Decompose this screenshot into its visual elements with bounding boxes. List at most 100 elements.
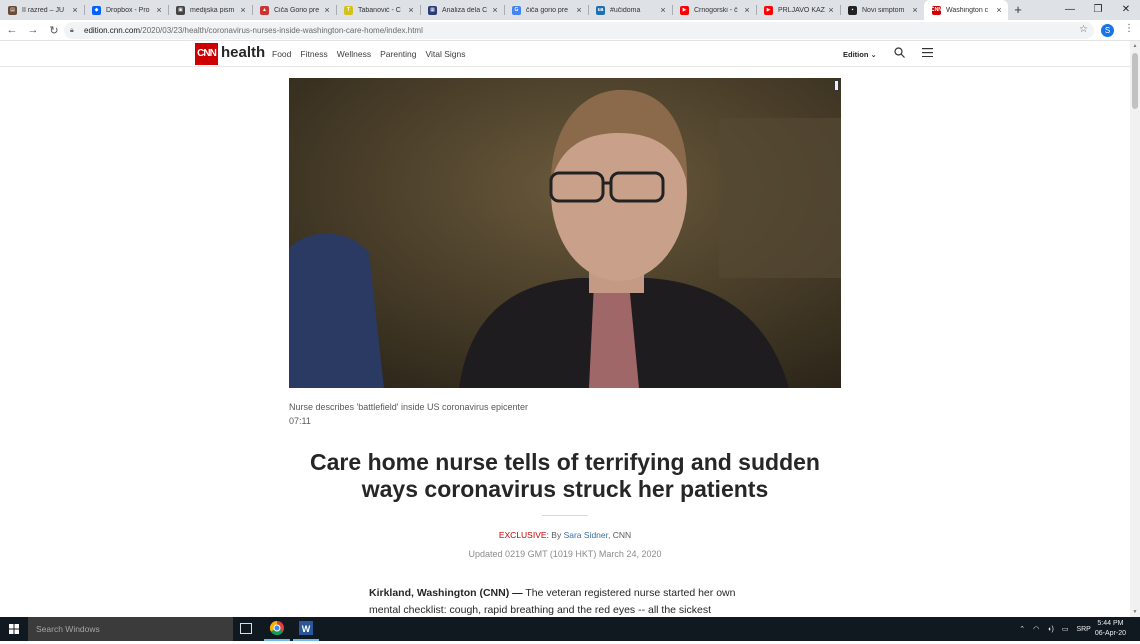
browser-menu-icon[interactable]: ⋮ (1124, 23, 1134, 34)
tab-title: II razred – JU (22, 6, 65, 14)
forward-icon[interactable]: → (24, 24, 42, 36)
scroll-thumb[interactable] (1132, 53, 1138, 109)
url-field[interactable]: 🔒︎ edition.cnn.com/2020/03/23/health/cor… (64, 22, 1094, 39)
tab-title: medijska pism (190, 6, 235, 14)
search-icon[interactable] (894, 47, 905, 58)
tab-close-icon[interactable]: × (742, 5, 752, 15)
tab-title: #učidoma (610, 6, 641, 14)
svg-text:W: W (302, 624, 311, 634)
language-indicator[interactable]: SRP (1076, 626, 1090, 633)
minimize-icon[interactable]: — (1056, 0, 1084, 20)
tab-title: Dropbox - Pro (106, 6, 150, 14)
tab-title: Čiča Gorio pre (274, 6, 320, 14)
dateline: Kirkland, Washington (CNN) — (369, 587, 523, 599)
word-taskbar-icon[interactable]: W (293, 617, 319, 641)
tab-close-icon[interactable]: × (406, 5, 416, 15)
tab-active[interactable]: CNN Washington c × (924, 0, 1008, 20)
wifi-icon[interactable]: ◠ (1033, 625, 1039, 633)
cnn-logo[interactable]: CNN (195, 43, 218, 65)
bookmark-star-icon[interactable]: ☆ (1079, 24, 1088, 35)
browser-tab[interactable]: ua #učidoma × (588, 0, 672, 20)
article-body: Kirkland, Washington (CNN) — The veteran… (369, 585, 759, 617)
tab-favicon-icon: ▶ (764, 5, 773, 15)
tab-title: Analiza dela Č (442, 6, 488, 14)
nav-link-parenting[interactable]: Parenting (380, 49, 416, 59)
browser-tab[interactable]: ▲ Čiča Gorio pre × (252, 0, 336, 20)
windows-start-icon[interactable] (0, 617, 28, 641)
tab-close-icon[interactable]: × (70, 5, 80, 15)
article-headline: Care home nurse tells of terrifying and … (310, 449, 820, 502)
site-header: CNN health Food Fitness Wellness Parenti… (0, 41, 1130, 67)
restore-icon[interactable]: ❐ (1084, 0, 1112, 20)
byline-by: By (548, 530, 564, 540)
nav-link-fitness[interactable]: Fitness (300, 49, 327, 59)
tab-favicon-icon: T (344, 5, 353, 15)
profile-avatar[interactable]: S (1101, 24, 1114, 37)
edition-label: Edition (843, 50, 869, 59)
headline-divider (542, 515, 588, 516)
tab-close-icon[interactable]: × (154, 5, 164, 15)
new-tab-button[interactable]: + (1008, 0, 1028, 20)
tab-close-icon[interactable]: × (490, 5, 500, 15)
browser-tab[interactable]: T Tabanović - C × (336, 0, 420, 20)
tab-title: Tabanović - C (358, 6, 401, 14)
tab-close-icon[interactable]: × (238, 5, 248, 15)
browser-tab[interactable]: ▶ Crnogorski - č × (672, 0, 756, 20)
chevron-up-icon[interactable]: ⌃ (1019, 625, 1025, 633)
back-icon[interactable]: ← (3, 24, 21, 36)
tab-close-icon[interactable]: × (994, 5, 1004, 15)
scroll-up-icon[interactable]: ▲ (1132, 43, 1138, 49)
task-view-icon[interactable] (240, 623, 252, 634)
windows-taskbar: Search Windows W ⌃ ◠ ◖) ▭ SRP 5:44 PM 06… (0, 617, 1140, 641)
tab-title: PRLJAVO KAZ (778, 6, 825, 14)
scroll-down-icon[interactable]: ▼ (1132, 609, 1138, 615)
nav-link-vital-signs[interactable]: Vital Signs (426, 49, 466, 59)
tab-favicon-icon: ▦ (428, 5, 437, 15)
chrome-taskbar-icon[interactable] (264, 617, 290, 641)
video-options-icon[interactable] (834, 80, 839, 91)
browser-tab[interactable]: Gčiča gorio pre × (504, 0, 588, 20)
close-window-icon[interactable]: ✕ (1112, 0, 1140, 20)
tab-title: Crnogorski - č (694, 6, 738, 14)
tab-favicon-icon: CNN (931, 5, 942, 15)
browser-tab[interactable]: ▶ PRLJAVO KAZ × (756, 0, 840, 20)
nav-link-food[interactable]: Food (272, 49, 291, 59)
tab-close-icon[interactable]: × (574, 5, 584, 15)
tab-favicon-icon: ua (596, 5, 605, 15)
system-tray: ⌃ ◠ ◖) ▭ SRP 5:44 PM 06-Apr-20 (1015, 617, 1140, 641)
page-scrollbar[interactable]: ▲ ▼ (1130, 41, 1140, 617)
edition-dropdown[interactable]: Edition ⌄ (843, 50, 877, 59)
reload-icon[interactable]: ↻ (45, 24, 63, 37)
browser-tab[interactable]: ◆ Dropbox - Pro × (84, 0, 168, 20)
browser-tab[interactable]: ▪ Novi simptom × (840, 0, 924, 20)
nav-link-wellness[interactable]: Wellness (337, 49, 371, 59)
chrome-icon (269, 620, 284, 636)
address-bar: ← → ↻ 🔒︎ edition.cnn.com/2020/03/23/heal… (0, 20, 1140, 41)
video-caption[interactable]: Nurse describes 'battlefield' inside US … (289, 402, 528, 412)
video-duration: 07:11 (289, 416, 311, 426)
url-path: /2020/03/23/health/coronavirus-nurses-in… (140, 26, 423, 35)
hamburger-menu-icon[interactable] (922, 48, 933, 57)
byline-outlet: , CNN (608, 530, 632, 540)
video-player[interactable] (289, 78, 841, 388)
clock[interactable]: 5:44 PM 06-Apr-20 (1095, 619, 1126, 639)
tab-close-icon[interactable]: × (658, 5, 668, 15)
browser-tab[interactable]: ▤ II razred – JU × (0, 0, 84, 20)
tab-title: Washington c (946, 6, 989, 14)
tab-close-icon[interactable]: × (322, 5, 332, 15)
tab-favicon-icon: ▶ (680, 5, 689, 15)
author-link[interactable]: Sara Sidner (564, 530, 608, 540)
volume-icon[interactable]: ◖) (1047, 626, 1054, 633)
clock-date: 06-Apr-20 (1094, 630, 1126, 637)
tab-close-icon[interactable]: × (826, 5, 836, 15)
tab-favicon-icon: ◆ (92, 5, 101, 15)
browser-tab[interactable]: ▣ medijska pism × (168, 0, 252, 20)
tab-favicon-icon: ▤ (8, 5, 17, 15)
taskbar-search-input[interactable]: Search Windows (28, 617, 233, 641)
tab-favicon-icon: ▪ (848, 5, 857, 15)
section-title[interactable]: health (221, 44, 265, 61)
browser-tab[interactable]: ▦ Analiza dela Č × (420, 0, 504, 20)
notifications-icon[interactable]: ▭ (1062, 625, 1069, 633)
tab-close-icon[interactable]: × (910, 5, 920, 15)
section-nav: Food Fitness Wellness Parenting Vital Si… (272, 49, 466, 59)
